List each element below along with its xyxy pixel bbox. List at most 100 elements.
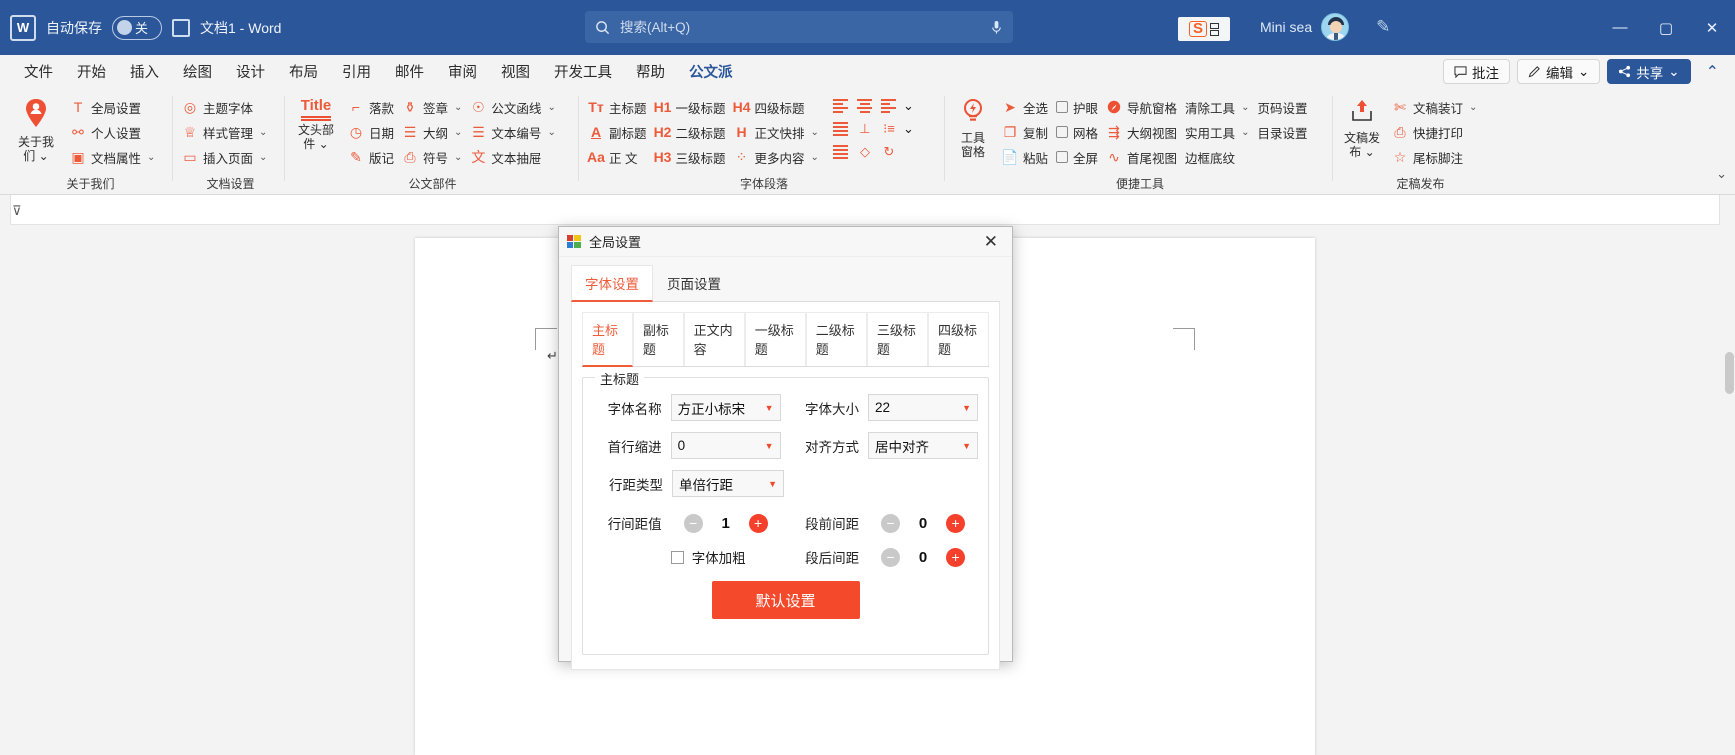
font-name-select[interactable]: 方正小标宋 ▼ (670, 394, 781, 421)
scrollbar-thumb[interactable] (1725, 352, 1734, 394)
grid-checkbox[interactable]: 网格 (1052, 121, 1102, 143)
select-all-button[interactable]: ➤ 全选 (998, 96, 1052, 118)
menu-item-help[interactable]: 帮助 (624, 57, 677, 86)
quick-print-button[interactable]: ⎙ 快捷打印 (1388, 121, 1481, 143)
edit-button[interactable]: 编辑 ⌄ (1516, 59, 1601, 84)
tab-heading-1[interactable]: 一级标题 (744, 312, 806, 366)
publish-draft-button[interactable]: 文稿发布 ⌄ (1338, 96, 1386, 159)
signature-button[interactable]: ⌐ 落款 (344, 96, 398, 118)
symbol-button[interactable]: ⎙ 符号 ⌄ (398, 146, 466, 168)
tab-heading-4[interactable]: 四级标题 (927, 312, 990, 366)
style-manage-button[interactable]: ♕ 样式管理 ⌄ (178, 121, 271, 143)
text-number-button[interactable]: ☰ 文本编号 ⌄ (466, 121, 559, 143)
subtitle-button[interactable]: A 副标题 (584, 121, 651, 143)
close-button[interactable]: ✕ (1689, 0, 1735, 55)
theme-font-button[interactable]: ◎ 主题字体 (178, 96, 271, 118)
eye-protection-checkbox[interactable]: 护眼 (1052, 96, 1102, 118)
tool-pane-button[interactable]: 工具 窗格 (950, 96, 996, 159)
heading3-button[interactable]: H3 三级标题 (651, 146, 730, 168)
menu-item-insert[interactable]: 插入 (118, 57, 171, 86)
copy-button[interactable]: ❐ 复制 (998, 121, 1052, 143)
collapse-ribbon-icon[interactable]: ⌃ (1698, 62, 1727, 82)
main-title-button[interactable]: Tт 主标题 (584, 96, 651, 118)
menu-item-design[interactable]: 设计 (224, 57, 277, 86)
tab-page-settings[interactable]: 页面设置 (653, 265, 735, 301)
tab-font-settings[interactable]: 字体设置 (571, 265, 653, 302)
search-box[interactable] (585, 11, 1013, 43)
toc-settings-button[interactable]: 目录设置 (1253, 121, 1311, 143)
tab-stop-marker[interactable]: ⊽ (12, 203, 22, 219)
font-size-select[interactable]: 22 ▼ (867, 394, 978, 421)
page-number-settings-button[interactable]: 页码设置 (1253, 96, 1311, 118)
body-text-button[interactable]: Aa 正 文 (584, 146, 651, 168)
plus-circle-icon[interactable]: + (946, 513, 966, 533)
binding-button[interactable]: ✄ 文稿装订 ⌄ (1388, 96, 1481, 118)
paste-button[interactable]: 📄 粘贴 (998, 146, 1052, 168)
sogou-ime-badge[interactable]: S (1178, 17, 1230, 41)
menu-item-file[interactable]: 文件 (12, 57, 65, 86)
fullscreen-checkbox[interactable]: 全屏 (1052, 146, 1102, 168)
text-drawer-button[interactable]: 文 文本抽屉 (466, 146, 559, 168)
first-line-indent-select[interactable]: 0 ▼ (670, 432, 781, 459)
tab-heading-3[interactable]: 三级标题 (866, 312, 928, 366)
vertical-scrollbar[interactable] (1724, 195, 1735, 755)
dialog-title-bar[interactable]: 全局设置 ✕ (559, 227, 1012, 257)
about-us-button[interactable]: 关于我们 ⌄ (8, 96, 64, 163)
minus-circle-icon[interactable]: − (881, 513, 901, 533)
outline-view-button[interactable]: ⇶ 大纲视图 (1102, 121, 1181, 143)
tab-heading-2[interactable]: 二级标题 (805, 312, 867, 366)
align-left-icon[interactable] (831, 96, 851, 116)
personal-settings-button[interactable]: ⚯ 个人设置 (66, 121, 159, 143)
stamp-button[interactable]: ⚱ 签章 ⌄ (398, 96, 466, 118)
minimize-button[interactable]: — (1597, 0, 1643, 55)
menu-item-draw[interactable]: 绘图 (171, 57, 224, 86)
list-spacing-icon[interactable]: ⁝≡ (879, 119, 899, 139)
pen-icon[interactable]: ✎ (1376, 17, 1390, 37)
menu-item-layout[interactable]: 布局 (277, 57, 330, 86)
tab-body-content[interactable]: 正文内容 (683, 312, 745, 366)
bold-checkbox-row[interactable]: 字体加粗 (670, 547, 781, 567)
microphone-icon[interactable] (990, 20, 1003, 35)
outline-button[interactable]: ☰ 大纲 ⌄ (398, 121, 466, 143)
comment-button[interactable]: 批注 (1442, 59, 1510, 84)
indent-right-icon[interactable] (879, 96, 899, 116)
share-button[interactable]: 共享 ⌄ (1607, 59, 1691, 84)
heading1-button[interactable]: H1 一级标题 (651, 96, 730, 118)
navigation-pane-button[interactable]: 导航窗格 (1102, 96, 1181, 118)
head-tail-view-button[interactable]: ∿ 首尾视图 (1102, 146, 1181, 168)
checkbox-icon[interactable] (670, 550, 684, 564)
utility-tools-button[interactable]: 实用工具 ⌄ (1181, 121, 1253, 143)
clear-tools-button[interactable]: 清除工具 ⌄ (1181, 96, 1253, 118)
chevron-down-icon[interactable]: ⌄ (903, 98, 914, 114)
line-spacing-type-select[interactable]: 单倍行距 ▼ (672, 470, 784, 497)
default-settings-button[interactable]: 默认设置 (711, 581, 860, 619)
dialog-close-icon[interactable]: ✕ (978, 232, 1004, 252)
word-icon[interactable]: W (10, 14, 36, 41)
plus-circle-icon[interactable]: + (748, 513, 768, 533)
menu-item-gongwenpai[interactable]: 公文派 (677, 57, 745, 86)
minus-circle-icon[interactable]: − (683, 513, 703, 533)
vertical-align-icon[interactable]: ⊥ (855, 119, 875, 139)
menu-item-review[interactable]: 审阅 (436, 57, 489, 86)
document-properties-button[interactable]: ▣ 文档属性 ⌄ (66, 146, 159, 168)
official-line-button[interactable]: ☉ 公文函线 ⌄ (466, 96, 559, 118)
minus-circle-icon[interactable]: − (881, 547, 901, 567)
align-distribute-icon[interactable] (831, 142, 851, 162)
heading2-button[interactable]: H2 二级标题 (651, 121, 730, 143)
footnote-button[interactable]: ☆ 尾标脚注 (1388, 146, 1481, 168)
heading4-button[interactable]: H4 四级标题 (730, 96, 823, 118)
autosave-toggle[interactable]: 关 (112, 15, 162, 40)
header-components-button[interactable]: Title 文头部件 ⌄ (290, 96, 342, 152)
align-justify-icon[interactable] (831, 119, 851, 139)
border-shading-button[interactable]: 边框底纹 (1181, 146, 1253, 168)
menu-item-references[interactable]: 引用 (330, 57, 383, 86)
menu-item-home[interactable]: 开始 (65, 57, 118, 86)
alignment-select[interactable]: 居中对齐 ▼ (867, 432, 978, 459)
maximize-button[interactable]: ▢ (1643, 0, 1689, 55)
tab-subtitle[interactable]: 副标题 (632, 312, 684, 366)
save-icon[interactable] (172, 18, 190, 37)
date-button[interactable]: ◷ 日期 (344, 121, 398, 143)
avatar[interactable] (1321, 13, 1350, 41)
edition-note-button[interactable]: ✎ 版记 (344, 146, 398, 168)
menu-item-developer[interactable]: 开发工具 (542, 57, 624, 86)
